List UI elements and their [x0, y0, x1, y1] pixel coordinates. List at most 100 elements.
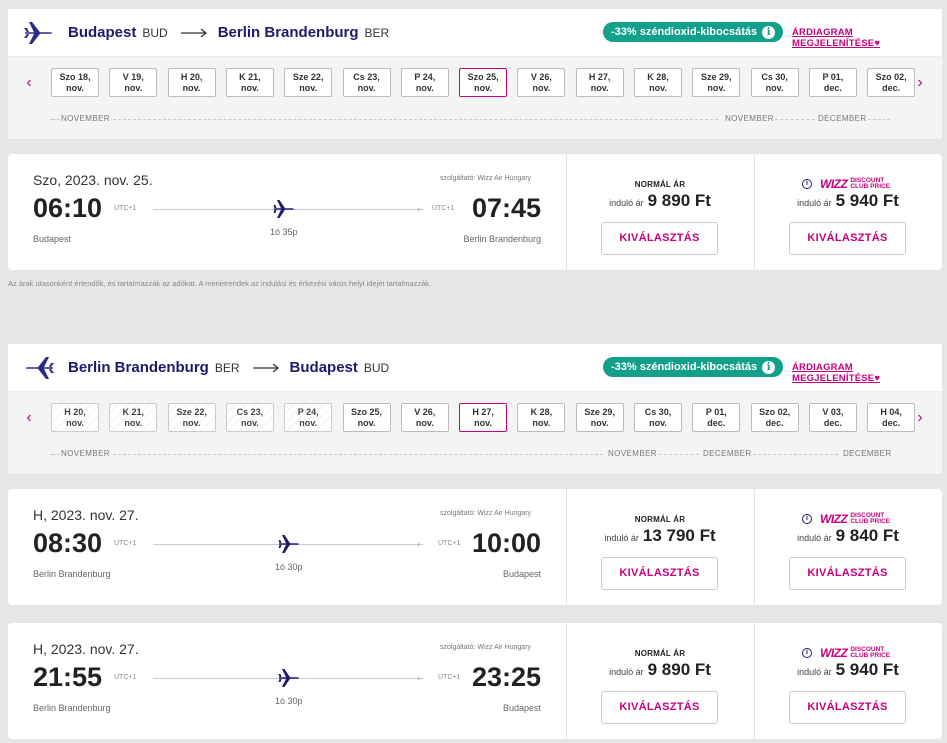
fare-chart-link[interactable]: ÁRDIAGRAM MEGJELENÍTÉSE♥: [792, 362, 942, 384]
date-chip[interactable]: Szo 25, nov.: [342, 403, 391, 432]
date-chip[interactable]: V 26, nov.: [517, 68, 566, 97]
date-chip-day: Szo 18,: [59, 72, 91, 82]
date-chip[interactable]: H 27, nov.: [575, 68, 624, 97]
normal-fare-column: NORMÁL ÁR induló ár 9 890 Ft KIVÁLASZTÁS: [566, 623, 754, 739]
date-chip-day: K 21,: [122, 407, 145, 417]
co2-badge-label: -33% széndioxid-kibocsátás: [611, 361, 758, 373]
next-dates-arrow-icon[interactable]: ›: [911, 72, 929, 94]
date-chip[interactable]: Szo 25, nov.: [459, 68, 508, 97]
arrival-utc: UTC+1: [438, 674, 461, 681]
fare-chart-link[interactable]: ÁRDIAGRAM MEGJELENÍTÉSE♥: [792, 27, 942, 49]
discount-club-price: induló ár 9 840 Ft: [754, 526, 942, 546]
discount-club-fare-column: i WIZZ DISCOUNT CLUB PRICE induló ár 9 840 Ft…: [754, 489, 942, 605]
normal-fare-price: induló ár 13 790 Ft: [566, 526, 754, 546]
select-discount-fare-button[interactable]: KIVÁLASZTÁS: [789, 557, 906, 590]
select-normal-fare-button[interactable]: KIVÁLASZTÁS: [601, 691, 718, 724]
prev-dates-arrow-icon[interactable]: ‹: [20, 72, 38, 94]
date-chip[interactable]: V 03, dec.: [808, 403, 857, 432]
date-chip[interactable]: Sze 29, nov.: [692, 68, 741, 97]
date-chip-month: nov.: [66, 83, 84, 93]
date-chip-month: nov.: [649, 418, 667, 428]
date-chip[interactable]: V 19, nov.: [109, 68, 158, 97]
date-chip[interactable]: P 01, dec.: [808, 68, 857, 97]
date-chip[interactable]: Szo 02, dec.: [750, 403, 799, 432]
date-chip-day: P 24,: [297, 407, 319, 417]
prev-dates-arrow-icon[interactable]: ‹: [20, 407, 38, 429]
normal-fare-label: NORMÁL ÁR: [634, 515, 686, 524]
next-dates-arrow-icon[interactable]: ›: [911, 407, 929, 429]
date-chip[interactable]: Cs 30, nov.: [634, 403, 682, 432]
wizz-logo: WIZZ: [820, 646, 848, 660]
date-chip-month: nov.: [124, 83, 143, 93]
date-chip-month: nov.: [182, 83, 201, 93]
arrival-city: Berlin Brandenburg: [463, 234, 541, 244]
date-chip-month: nov.: [357, 83, 376, 93]
operator-text: szolgáltató: Wizz Air Hungary: [440, 510, 532, 517]
from-label: induló ár: [604, 533, 639, 543]
select-discount-fare-button[interactable]: KIVÁLASZTÁS: [789, 691, 906, 724]
date-chip-day: V 19,: [122, 72, 144, 82]
flight-duration: 1ó 30p: [275, 696, 303, 706]
select-normal-fare-button[interactable]: KIVÁLASZTÁS: [601, 222, 718, 255]
date-chip[interactable]: Cs 23, nov.: [225, 403, 274, 432]
info-icon: i: [762, 25, 776, 39]
info-icon: i: [802, 179, 812, 189]
date-chip[interactable]: Cs 23, nov.: [342, 68, 391, 97]
route-arrow-icon: ›: [417, 204, 421, 215]
date-chip-month: nov.: [357, 418, 376, 428]
date-chip-month: nov.: [240, 83, 259, 93]
date-chip[interactable]: Sze 22, nov.: [167, 403, 216, 432]
date-chip[interactable]: K 21, nov.: [109, 403, 158, 432]
date-chip[interactable]: P 24, nov.: [400, 68, 449, 97]
discount-club-badge[interactable]: i WIZZ DISCOUNT CLUB PRICE: [802, 645, 890, 661]
discount-club-badge[interactable]: i WIZZ DISCOUNT CLUB PRICE: [802, 176, 890, 192]
date-chip-month: dec.: [707, 418, 726, 428]
date-chip[interactable]: Cs 30, nov.: [750, 68, 799, 97]
month-divider: [50, 454, 60, 455]
discount-club-badge[interactable]: i WIZZ DISCOUNT CLUB PRICE: [802, 511, 890, 527]
date-chip[interactable]: K 21, nov.: [225, 68, 274, 97]
flight-card: H, 2023. nov. 27. szolgáltató: Wizz Air H…: [8, 623, 942, 739]
date-chip-day: Cs 23,: [353, 72, 380, 82]
date-chip[interactable]: Sze 29, nov.: [575, 403, 624, 432]
departure-time: 06:10: [33, 193, 103, 223]
normal-fare-column: NORMÁL ÁR induló ár 9 890 Ft KIVÁLASZTÁS: [566, 154, 754, 270]
date-chip[interactable]: P 24, nov.: [284, 403, 333, 432]
fare-chart-link-label: ÁRDIAGRAM MEGJELENÍTÉSE: [792, 27, 875, 49]
outbound-destination-code: BER: [364, 25, 390, 40]
co2-badge[interactable]: -33% széndioxid-kibocsátás i: [603, 22, 784, 42]
date-chip-day: Szo 25,: [467, 72, 499, 82]
date-chip-month: nov.: [532, 418, 551, 428]
from-label: induló ár: [609, 667, 644, 677]
date-chip[interactable]: V 26, nov.: [400, 403, 449, 432]
date-chip-month: nov.: [299, 83, 318, 93]
date-chip[interactable]: H 20, nov.: [167, 68, 216, 97]
month-label: DECEMBER: [703, 449, 752, 458]
select-normal-fare-button[interactable]: KIVÁLASZTÁS: [601, 557, 718, 590]
date-chip[interactable]: Szo 18, nov.: [51, 68, 99, 97]
date-chip[interactable]: H 04, dec.: [867, 403, 916, 432]
date-chip-month: nov.: [240, 418, 259, 428]
date-chip[interactable]: K 28, nov.: [634, 68, 682, 97]
date-chip-day: Cs 30,: [644, 407, 672, 417]
date-chip[interactable]: K 28, nov.: [517, 403, 566, 432]
date-chip[interactable]: Sze 22, nov.: [284, 68, 333, 97]
airplane-icon: [273, 200, 294, 218]
arrival-city: Budapest: [502, 703, 541, 713]
date-chip[interactable]: P 01, dec.: [692, 403, 741, 432]
inbound-route-header: Berlin Brandenburg BER Budapest BUD -33%…: [8, 344, 942, 391]
discount-club-price: induló ár 5 940 Ft: [754, 191, 942, 211]
outbound-date-strip: ‹ Szo 18, nov. V 19, nov. H 20, nov. K 21, nov.…: [8, 56, 942, 139]
co2-badge[interactable]: -33% széndioxid-kibocsátás i: [603, 357, 784, 377]
date-chip[interactable]: H 27, nov.: [459, 403, 508, 432]
arrival-city: Budapest: [502, 569, 541, 579]
departure-time: 21:55: [33, 662, 103, 692]
date-chip-day: V 26,: [530, 72, 552, 82]
date-chip[interactable]: H 20, nov.: [51, 403, 99, 432]
date-chip-day: Cs 30,: [761, 72, 788, 82]
select-discount-fare-button[interactable]: KIVÁLASZTÁS: [789, 222, 906, 255]
from-label: induló ár: [797, 667, 832, 677]
date-chip[interactable]: Szo 02, dec.: [867, 68, 916, 97]
month-divider: [113, 119, 718, 120]
airplane-logo-icon: [24, 21, 53, 44]
